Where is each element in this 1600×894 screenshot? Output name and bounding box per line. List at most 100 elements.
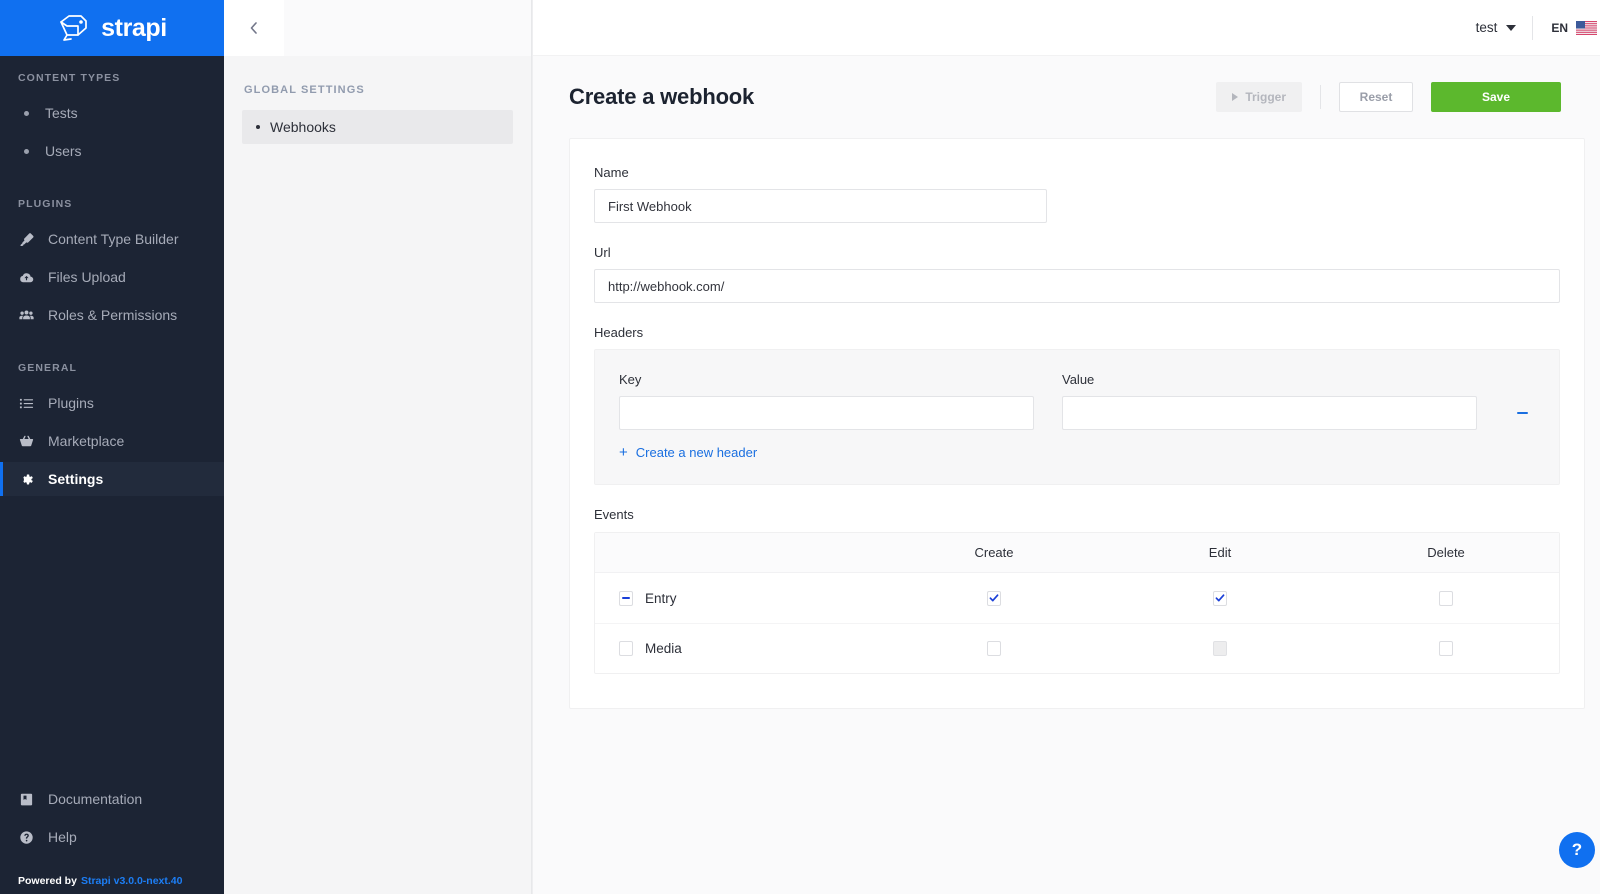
minus-circle-icon [1516,412,1528,414]
strapi-version-link[interactable]: Strapi v3.0.0-next.40 [81,875,183,887]
user-menu[interactable]: test [1460,20,1533,35]
left-sidebar: strapi CONTENT TYPES Tests Users PLUGINS… [0,0,224,894]
sidebar-item-files-upload[interactable]: Files Upload [0,260,224,294]
settings-subnav: GLOBAL SETTINGS Webhooks [224,0,532,894]
events-cell-media-create [881,641,1107,656]
header-value-group: Value [1062,372,1477,430]
dot-icon [256,125,260,129]
remove-header-button[interactable] [1509,400,1535,426]
media-delete-checkbox[interactable] [1439,641,1453,656]
sidebar-item-content-type-builder[interactable]: Content Type Builder [0,222,224,256]
url-input[interactable]: http://webhook.com/ [594,269,1560,303]
sidebar-item-label: Plugins [48,395,94,411]
events-label: Events [594,507,634,522]
back-button[interactable] [224,0,284,56]
trigger-label: Trigger [1245,90,1286,104]
events-cell-entry-edit [1107,590,1333,606]
events-table-header: Create Edit Delete [595,533,1559,573]
check-icon [1215,594,1225,602]
sidebar-bottom-nav: Documentation Help Powered by Strapi v3.… [0,782,224,894]
events-cell-entry-delete [1333,590,1559,606]
events-row-label: Media [645,641,682,656]
sidebar-section-title: CONTENT TYPES [18,72,121,84]
user-name: test [1475,20,1498,35]
events-row-media: Media [595,641,881,656]
paintbrush-icon [18,231,35,248]
strapi-logo-icon [60,15,88,41]
subnav-section-title: GLOBAL SETTINGS [244,84,365,96]
events-row-entry: Entry [595,590,881,606]
app-root: strapi CONTENT TYPES Tests Users PLUGINS… [0,0,1600,894]
language-selector[interactable]: EN [1533,20,1600,35]
sidebar-item-users[interactable]: Users [0,134,224,168]
events-column-edit: Edit [1208,545,1232,560]
sidebar-item-documentation[interactable]: Documentation [0,782,224,816]
cloud-upload-icon [18,269,35,286]
list-icon [18,395,35,412]
trigger-button[interactable]: Trigger [1216,82,1302,112]
entry-edit-checkbox[interactable] [1213,590,1227,606]
create-new-header-button[interactable]: + Create a new header [619,445,757,460]
sidebar-item-label: Tests [45,105,78,121]
media-edit-checkbox[interactable] [1213,641,1227,656]
dot-icon [24,148,29,154]
dot-icon [24,110,29,116]
events-table: Create Edit Delete Entry Media [594,532,1560,674]
sidebar-section-title: GENERAL [18,362,78,374]
events-column-create: Create [974,545,1014,560]
table-row: Media [595,623,1559,673]
top-bar: test EN [533,0,1600,56]
header-value-input[interactable] [1062,396,1477,430]
check-icon [989,594,999,602]
sidebar-item-settings[interactable]: Settings [0,462,224,496]
media-create-checkbox[interactable] [987,641,1001,656]
sidebar-item-label: Settings [48,471,104,487]
events-group: Events Create Edit Delete Entry Media [594,507,1560,674]
reset-button[interactable]: Reset [1339,82,1413,112]
sidebar-item-plugins[interactable]: Plugins [0,386,224,420]
sidebar-section-title: PLUGINS [18,198,73,210]
users-group-icon [18,307,35,324]
header-key-group: Key [619,372,1034,430]
header-key-input[interactable] [619,396,1034,430]
shopping-basket-icon [18,433,35,450]
page-actions: Trigger Reset Save [1216,82,1561,112]
entry-row-checkbox[interactable] [619,590,633,606]
book-icon [18,791,35,808]
subnav-item-webhooks[interactable]: Webhooks [242,110,513,144]
sidebar-section-plugins: PLUGINS Content Type Builder Files Uploa… [0,198,224,332]
sidebar-item-roles-permissions[interactable]: Roles & Permissions [0,298,224,332]
webhook-form-card: Name First Webhook Url http://webhook.co… [569,138,1585,709]
page-header: Create a webhook Trigger Reset Save [533,56,1600,112]
chevron-down-icon [1506,24,1517,31]
url-label: Url [594,245,611,260]
sidebar-item-tests[interactable]: Tests [0,96,224,130]
entry-delete-checkbox[interactable] [1439,590,1453,606]
subnav-body: GLOBAL SETTINGS Webhooks [224,56,531,144]
sidebar-item-label: Help [48,829,77,845]
name-field-group: Name First Webhook [594,165,1560,223]
chevron-left-icon [250,22,257,34]
brand-logo[interactable]: strapi [0,0,224,56]
entry-create-checkbox[interactable] [987,590,1001,606]
plus-icon: + [619,444,628,461]
minus-icon [622,597,630,599]
sidebar-item-label: Users [45,143,82,159]
sidebar-item-marketplace[interactable]: Marketplace [0,424,224,458]
main-content: test EN Create a webhook Trigger Reset S… [532,0,1600,894]
sidebar-item-label: Content Type Builder [48,231,179,247]
save-button[interactable]: Save [1431,82,1561,112]
help-button[interactable]: ? [1559,832,1595,868]
name-input[interactable]: First Webhook [594,189,1047,223]
gear-icon [18,471,35,488]
subnav-item-label: Webhooks [270,119,336,135]
headers-box: Key Value + Create a new header [594,349,1560,485]
headers-group: Headers Key Value + Create a new header [594,325,1560,485]
subnav-header [224,0,531,56]
events-row-label: Entry [645,590,677,606]
sidebar-item-help[interactable]: Help [0,820,224,854]
media-row-checkbox[interactable] [619,641,633,656]
powered-by-label: Powered by [18,875,77,887]
url-field-group: Url http://webhook.com/ [594,245,1560,303]
